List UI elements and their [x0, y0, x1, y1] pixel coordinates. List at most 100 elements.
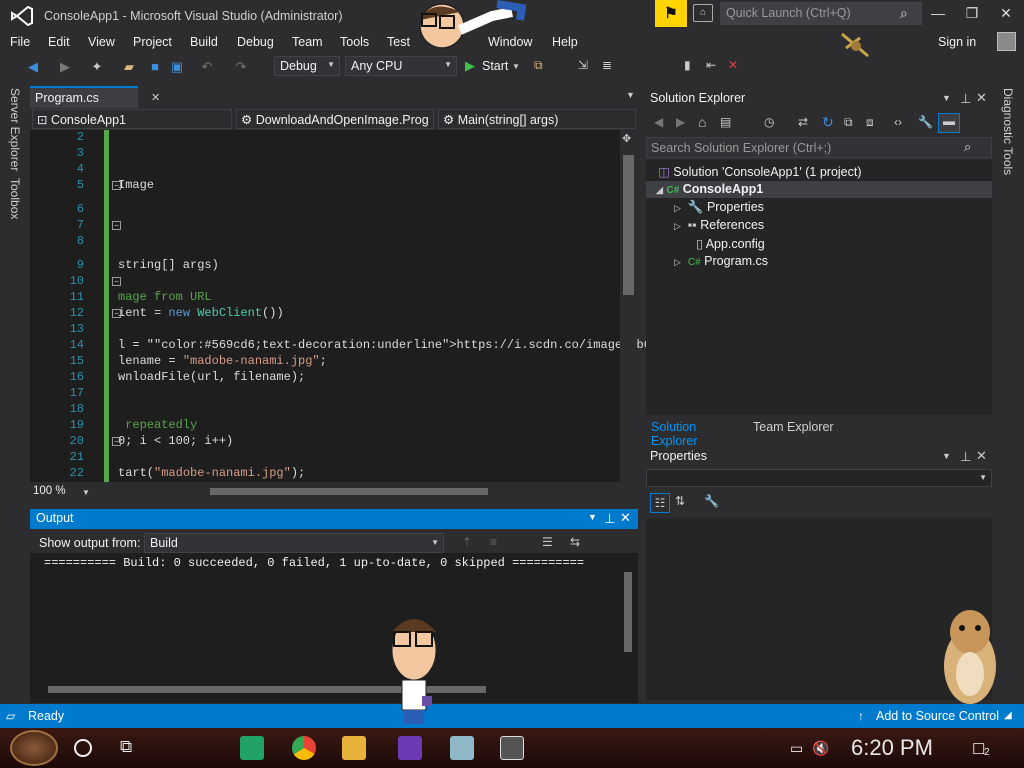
sync-icon[interactable]: ⇄ [798, 115, 808, 129]
output-source-combo[interactable]: Build ▼ [144, 533, 444, 553]
pin-icon[interactable]: ⊥ [604, 511, 615, 527]
solution-node[interactable]: ◫ Solution 'ConsoleApp1' (1 project) [658, 164, 862, 179]
redo-icon[interactable]: ↷ [232, 58, 250, 76]
split-icon[interactable]: ✥ [622, 132, 631, 145]
solution-search-input[interactable]: Search Solution Explorer (Ctrl+;) [646, 137, 992, 158]
tab-team-explorer[interactable]: Team Explorer [750, 417, 850, 438]
history-icon[interactable]: ◷ [764, 115, 774, 129]
code-line[interactable]: lename = "madobe-nanami.jpg"; [118, 354, 327, 368]
fold-toggle-icon[interactable]: − [112, 309, 121, 318]
menu-tools[interactable]: Tools [340, 35, 369, 49]
fold-toggle-icon[interactable]: − [112, 221, 121, 230]
output-body[interactable] [30, 553, 638, 703]
tree-item-references[interactable]: ▷ ▪▪ References [674, 218, 764, 232]
code-line[interactable]: mage from URL [118, 290, 212, 304]
start-orb-icon[interactable] [10, 730, 58, 766]
notes-app-icon[interactable] [240, 736, 264, 760]
properties-dropdown-icon[interactable]: ▼ [942, 451, 951, 461]
preview-icon[interactable]: ▬ [938, 113, 960, 133]
menu-window[interactable]: Window [488, 35, 532, 49]
prev-bookmark-icon[interactable]: ⇤ [706, 58, 716, 72]
undo-icon[interactable]: ↶ [198, 58, 216, 76]
home-icon[interactable]: ⌂ [698, 114, 706, 130]
editor-scroll-thumb[interactable] [623, 155, 634, 295]
tree-item-properties[interactable]: ▷ 🔧 Properties [674, 200, 764, 215]
view-code-icon[interactable]: ‹› [894, 115, 902, 129]
tab-list-dropdown-icon[interactable]: ▼ [626, 90, 635, 100]
show-all-icon[interactable]: ⧈ [866, 115, 874, 130]
attach-icon[interactable]: ⧉ [534, 58, 543, 73]
start-dropdown-icon[interactable]: ▼ [512, 62, 520, 71]
menu-test[interactable]: Test [387, 35, 410, 49]
network-icon[interactable]: ▭ [790, 740, 803, 757]
menu-file[interactable]: File [10, 35, 30, 49]
collapse-icon[interactable]: ⧉ [844, 115, 853, 130]
class-nav-combo[interactable]: ⚙ DownloadAndOpenImage.Prog [236, 109, 434, 129]
zoom-dropdown-icon[interactable]: ▼ [82, 488, 90, 497]
output-scroll-thumb[interactable] [624, 572, 632, 652]
format-icon[interactable]: ≣ [602, 58, 612, 72]
file-explorer-icon[interactable] [342, 736, 366, 760]
clear-all-icon[interactable]: ☰ [542, 535, 553, 549]
step-icon[interactable]: ⇲ [578, 58, 588, 72]
menu-view[interactable]: View [88, 35, 115, 49]
forward-icon[interactable]: ▶ [56, 58, 74, 76]
find-message-icon[interactable]: ⇡ [462, 535, 472, 549]
start-button[interactable]: Start [482, 59, 508, 73]
property-pages-icon[interactable]: 🔧 [704, 494, 719, 508]
fold-toggle-icon[interactable]: − [112, 277, 121, 286]
bookmark-icon[interactable]: ▮ [684, 58, 691, 72]
chrome-icon[interactable] [292, 736, 316, 760]
close-icon[interactable]: ✕ [151, 91, 160, 104]
properties-object-combo[interactable]: ▼ [646, 469, 992, 487]
collapsed-icon[interactable]: ▷ [674, 221, 681, 231]
search-icon[interactable]: ⌕ [900, 5, 908, 22]
code-line[interactable]: ient = new WebClient()) [118, 306, 284, 320]
code-line[interactable]: wnloadFile(url, filename); [118, 370, 305, 384]
menu-project[interactable]: Project [133, 35, 172, 49]
fold-toggle-icon[interactable]: − [112, 181, 121, 190]
add-to-source-control[interactable]: Add to Source Control [876, 709, 999, 723]
save-all-icon[interactable]: ▣ [168, 58, 186, 76]
clear-bookmarks-icon[interactable]: ✕ [728, 58, 738, 72]
pin-icon[interactable]: ⊥ [960, 91, 971, 107]
alphabetical-icon[interactable]: ⇅ [675, 494, 685, 508]
volume-muted-icon[interactable]: 🔇 [812, 740, 829, 757]
save-icon[interactable]: ■ [146, 58, 164, 76]
back-icon[interactable]: ◀ [24, 58, 42, 76]
account-avatar[interactable] [997, 32, 1016, 51]
expanded-icon[interactable]: ◢ [656, 185, 663, 195]
open-file-icon[interactable]: ▰ [120, 58, 138, 76]
server-explorer-tab[interactable]: Server Explorer [8, 88, 22, 171]
code-line[interactable]: 0; i < 100; i++) [118, 434, 233, 448]
forward-icon[interactable]: ▶ [676, 115, 685, 129]
code-line[interactable]: string[] args) [118, 258, 219, 272]
tree-item-app-config[interactable]: ▯ App.config [696, 236, 765, 251]
toolbox-tab[interactable]: Toolbox [8, 178, 22, 219]
configuration-combo[interactable]: Debug ▼ [274, 56, 340, 76]
fold-toggle-icon[interactable]: − [112, 437, 121, 446]
code-line[interactable]: repeatedly [118, 418, 197, 432]
menu-debug[interactable]: Debug [237, 35, 274, 49]
prev-message-icon[interactable]: ≡ [490, 535, 497, 549]
output-dropdown-icon[interactable]: ▼ [588, 512, 597, 522]
search-icon[interactable]: ⌕ [964, 139, 971, 155]
platform-combo[interactable]: Any CPU ▼ [345, 56, 457, 76]
zoom-level[interactable]: 100 % [33, 485, 66, 497]
sign-in-link[interactable]: Sign in [938, 35, 976, 49]
collapsed-icon[interactable]: ▷ [674, 203, 681, 213]
close-icon[interactable]: ✕ [976, 90, 987, 106]
tab-solution-explorer[interactable]: Solution Explorer [646, 417, 746, 448]
minimize-button[interactable]: — [928, 5, 948, 23]
quick-launch-input[interactable]: Quick Launch (Ctrl+Q) [720, 2, 922, 25]
project-nav-combo[interactable]: ⊡ ConsoleApp1 [32, 109, 232, 129]
menu-team[interactable]: Team [292, 35, 323, 49]
menu-help[interactable]: Help [552, 35, 578, 49]
code-line[interactable]: Image [118, 178, 154, 192]
member-nav-combo[interactable]: ⚙ Main(string[] args) [438, 109, 636, 129]
pin-icon[interactable]: ⊥ [960, 449, 971, 465]
menu-edit[interactable]: Edit [48, 35, 70, 49]
close-icon[interactable]: ✕ [976, 448, 987, 464]
visual-studio-taskbar-icon[interactable] [398, 736, 422, 760]
menu-build[interactable]: Build [190, 35, 218, 49]
